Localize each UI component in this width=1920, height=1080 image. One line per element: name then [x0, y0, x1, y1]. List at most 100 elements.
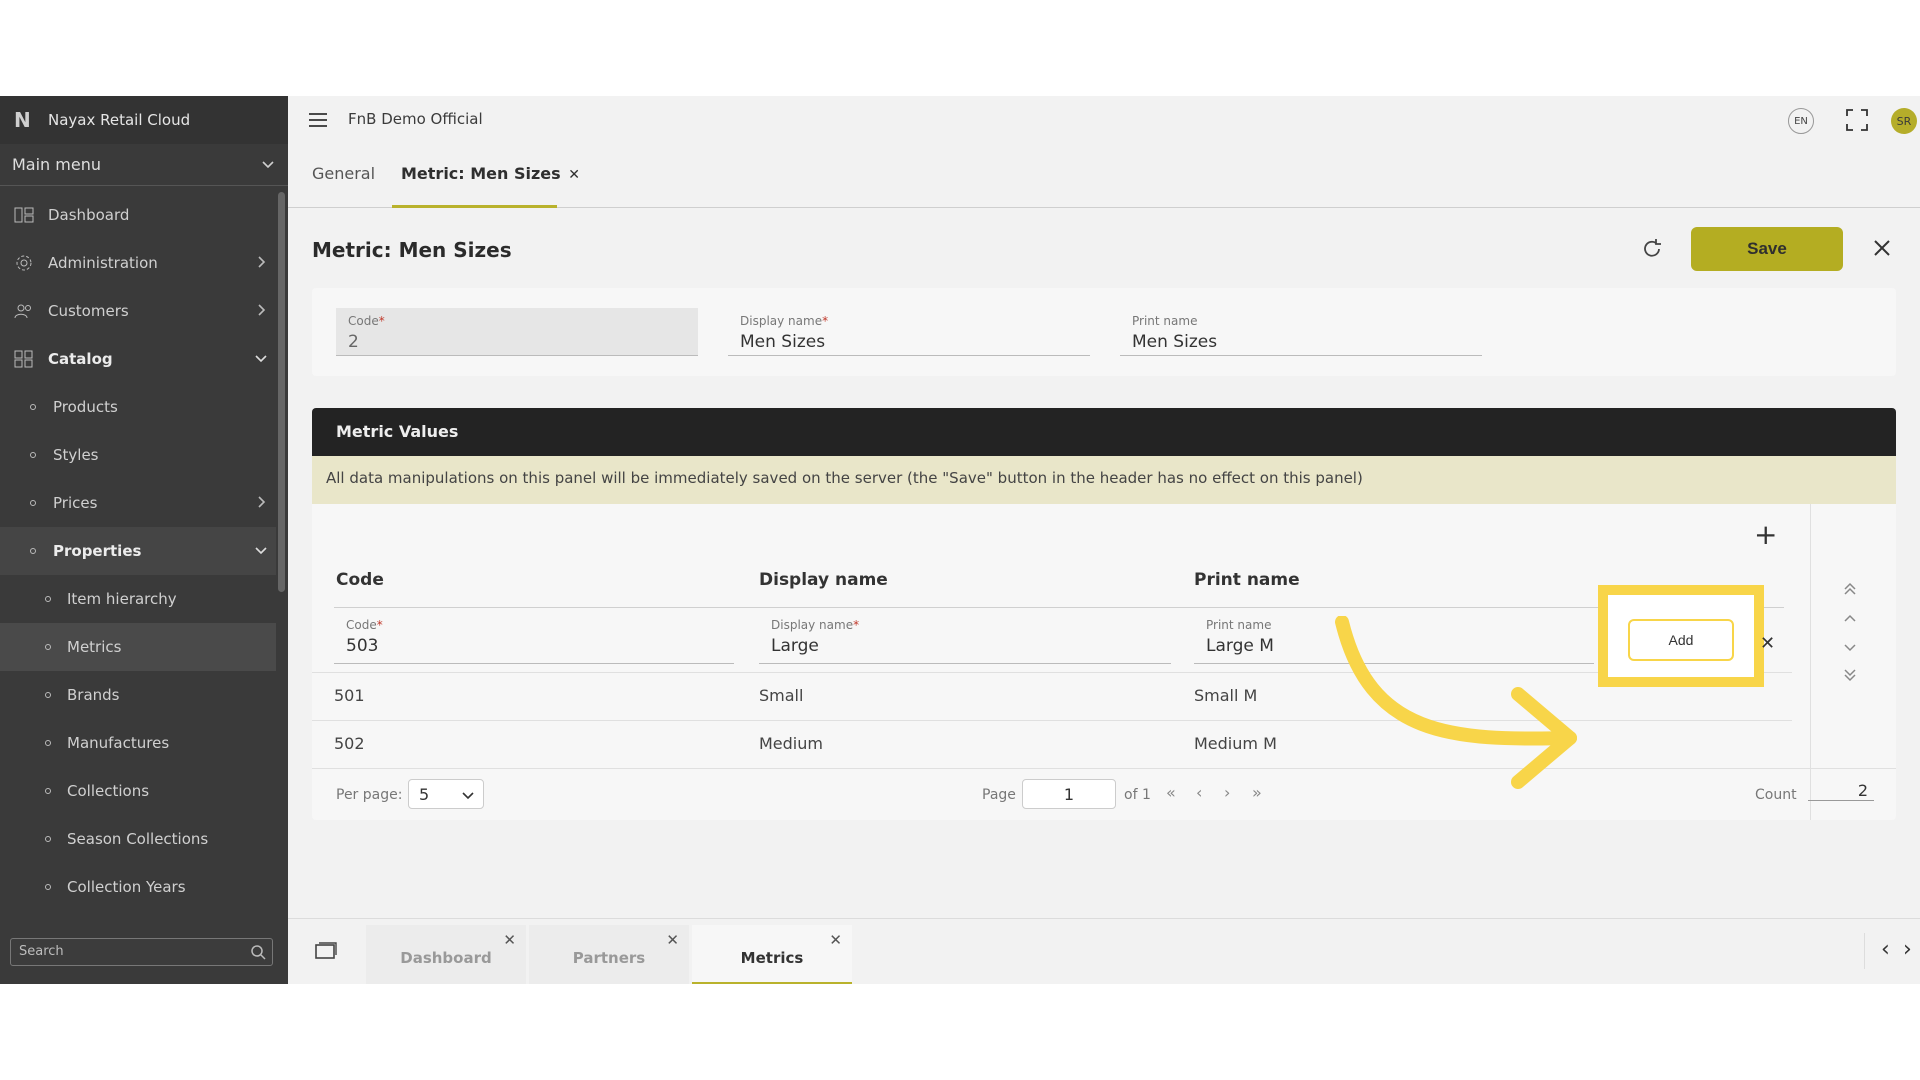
- sidebar-item-brands[interactable]: Brands: [0, 671, 276, 719]
- sidebar-item-collections[interactable]: Collections: [0, 767, 276, 815]
- window-tab-label: Dashboard: [400, 949, 492, 967]
- new-row-print-name-value: Large M: [1206, 636, 1274, 656]
- chevron-down-icon: [255, 355, 267, 363]
- new-row-code-field[interactable]: Code* 503: [334, 612, 734, 664]
- window-tab-dashboard[interactable]: Dashboard ✕: [366, 925, 526, 984]
- column-header-display-name[interactable]: Display name: [759, 570, 888, 590]
- sidebar-item-properties[interactable]: Properties: [0, 527, 276, 575]
- sidebar-item-products[interactable]: Products: [0, 383, 276, 431]
- prev-page-icon[interactable]: ‹: [1196, 783, 1202, 802]
- close-icon[interactable]: ✕: [503, 931, 516, 949]
- sidebar-item-catalog[interactable]: Catalog: [0, 335, 276, 383]
- column-header-code[interactable]: Code: [336, 570, 384, 590]
- sidebar-item-administration[interactable]: Administration: [0, 239, 276, 287]
- refresh-icon[interactable]: [1641, 238, 1663, 260]
- windows-icon[interactable]: [314, 941, 338, 961]
- save-button[interactable]: Save: [1691, 227, 1843, 271]
- sidebar-item-label: Season Collections: [67, 830, 209, 848]
- sidebar-item-styles[interactable]: Styles: [0, 431, 276, 479]
- window-tab-partners[interactable]: Partners ✕: [529, 925, 689, 984]
- sidebar-search-input[interactable]: Search: [10, 938, 273, 966]
- chevron-right-icon: [258, 496, 266, 508]
- chevron-left-icon[interactable]: ‹: [1881, 937, 1890, 962]
- cell-print-name: Small M: [1194, 686, 1258, 705]
- fullscreen-icon[interactable]: [1845, 108, 1869, 132]
- print-name-field[interactable]: Print name Men Sizes: [1120, 308, 1482, 356]
- metric-form-card: Code* 2 Display name* Men Sizes Print na…: [312, 288, 1896, 376]
- company-name: FnB Demo Official: [348, 110, 483, 128]
- main-menu-toggle[interactable]: Main menu: [0, 144, 288, 186]
- hamburger-menu-icon[interactable]: [308, 112, 328, 128]
- sidebar-item-manufactures[interactable]: Manufactures: [0, 719, 276, 767]
- sidebar-item-season-collections[interactable]: Season Collections: [0, 815, 276, 863]
- sidebar-item-collection-years[interactable]: Collection Years: [0, 863, 276, 911]
- page-number-input[interactable]: 1: [1022, 779, 1116, 809]
- brand: N Nayax Retail Cloud: [0, 96, 288, 144]
- panel-title: Metric Values: [312, 408, 1896, 456]
- sidebar-item-label: Item hierarchy: [67, 590, 177, 608]
- window-tabs-bar: Dashboard ✕ Partners ✕ Metrics ✕ ‹ ›: [288, 918, 1920, 984]
- sidebar-item-item-hierarchy[interactable]: Item hierarchy: [0, 575, 276, 623]
- search-icon[interactable]: [250, 944, 266, 960]
- required-marker: *: [376, 618, 383, 632]
- per-page-select[interactable]: 5: [408, 779, 484, 809]
- print-name-label: Print name: [1132, 314, 1198, 328]
- first-page-icon[interactable]: «: [1166, 783, 1176, 802]
- chevron-right-icon[interactable]: ›: [1903, 937, 1912, 962]
- code-label: Code: [346, 618, 377, 632]
- close-icon[interactable]: [1872, 238, 1892, 258]
- brand-logo: N: [14, 108, 31, 132]
- cancel-row-icon[interactable]: ✕: [1760, 633, 1775, 654]
- display-name-field[interactable]: Display name* Men Sizes: [728, 308, 1090, 356]
- close-icon[interactable]: ✕: [829, 931, 842, 949]
- users-icon: [14, 304, 31, 319]
- sidebar-item-dashboard[interactable]: Dashboard: [0, 191, 276, 239]
- column-header-print-name[interactable]: Print name: [1194, 570, 1300, 590]
- nav-list: Dashboard Administration Customers Catal…: [0, 191, 276, 911]
- per-page-label: Per page:: [336, 787, 403, 803]
- last-page-icon[interactable]: »: [1252, 783, 1262, 802]
- tab-metric-men-sizes[interactable]: Metric: Men Sizes ✕: [401, 164, 580, 183]
- move-bottom-icon[interactable]: [1843, 668, 1857, 682]
- bullet-icon: [30, 452, 36, 458]
- sidebar-item-label: Metrics: [67, 638, 122, 656]
- required-marker: *: [378, 314, 385, 328]
- sidebar-item-prices[interactable]: Prices: [0, 479, 276, 527]
- close-icon[interactable]: ✕: [568, 167, 580, 183]
- code-label: Code: [348, 314, 379, 328]
- sidebar-item-metrics[interactable]: Metrics: [0, 623, 276, 671]
- code-field[interactable]: Code* 2: [336, 308, 698, 356]
- field-label: Display name*: [771, 618, 859, 632]
- new-row-display-name-field[interactable]: Display name* Large: [759, 612, 1171, 664]
- bullet-icon: [30, 548, 36, 554]
- brand-name: Nayax Retail Cloud: [48, 111, 191, 129]
- field-label: Code*: [348, 314, 385, 328]
- close-icon[interactable]: ✕: [666, 931, 679, 949]
- field-label: Display name*: [740, 314, 828, 328]
- chevron-down-icon: [262, 161, 274, 169]
- next-page-icon[interactable]: ›: [1224, 783, 1230, 802]
- add-button[interactable]: Add: [1628, 619, 1734, 661]
- window-tab-metrics[interactable]: Metrics ✕: [692, 925, 852, 984]
- sidebar-scrollbar[interactable]: [278, 192, 285, 592]
- sidebar-item-label: Styles: [53, 446, 99, 464]
- move-up-icon[interactable]: [1843, 612, 1857, 626]
- sidebar-item-label: Customers: [48, 302, 129, 320]
- language-switcher[interactable]: EN: [1788, 108, 1814, 134]
- tab-scroll-controls: ‹ ›: [1864, 933, 1920, 969]
- chevron-right-icon: [258, 304, 266, 316]
- add-row-icon[interactable]: +: [1754, 518, 1777, 551]
- sidebar-item-customers[interactable]: Customers: [0, 287, 276, 335]
- tab-label: Metric: Men Sizes: [401, 164, 561, 183]
- panel-note: All data manipulations on this panel wil…: [312, 456, 1896, 504]
- move-top-icon[interactable]: [1843, 582, 1857, 596]
- add-button-highlight: Add: [1598, 585, 1764, 687]
- sidebar-item-label: Collection Years: [67, 878, 186, 896]
- bullet-icon: [45, 836, 51, 842]
- move-down-icon[interactable]: [1843, 640, 1857, 654]
- tab-general[interactable]: General: [312, 164, 375, 183]
- user-avatar[interactable]: SR: [1891, 108, 1917, 134]
- search-placeholder: Search: [19, 944, 64, 959]
- cell-display-name: Small: [759, 686, 804, 705]
- cell-code: 501: [334, 686, 365, 705]
